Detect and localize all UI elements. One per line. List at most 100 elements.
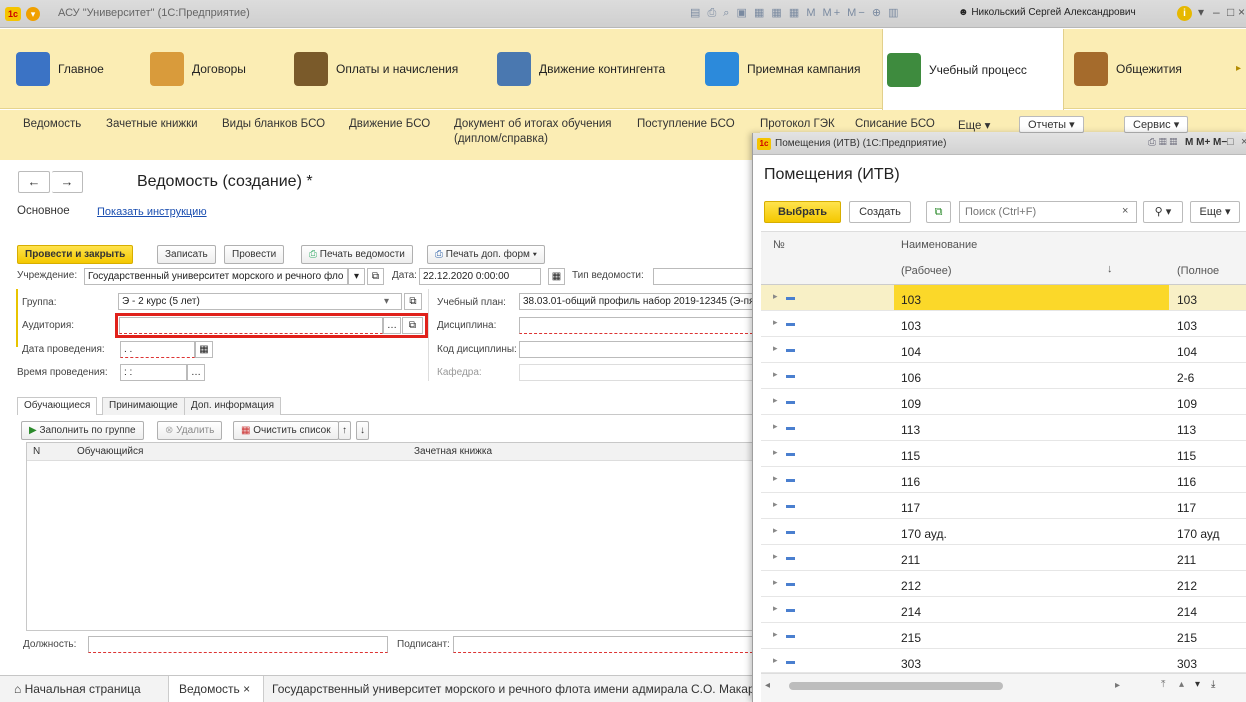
main-menu-button[interactable]: ▾ <box>26 7 40 21</box>
close-icon[interactable]: × <box>1241 136 1246 148</box>
command-item[interactable]: Ведомость <box>23 118 81 130</box>
calendar-icon[interactable]: ▦ <box>195 341 213 358</box>
time-held-field[interactable]: : : <box>120 364 187 381</box>
chevron-down-icon[interactable]: ▾ <box>384 296 389 307</box>
table-row[interactable]: ▸ 113 113 <box>761 415 1246 441</box>
post-and-close-button[interactable]: Провести и закрыть <box>17 245 134 264</box>
open-icon[interactable]: ⧉ <box>402 317 423 334</box>
type-field[interactable] <box>653 268 753 285</box>
scroll-right-icon[interactable]: ▸ <box>1115 680 1120 691</box>
more-button[interactable]: Еще ▾ <box>1190 201 1240 223</box>
command-item[interactable]: Поступление БСО <box>637 118 735 130</box>
students-table[interactable]: N Обучающийся Зачетная книжка <box>26 442 756 631</box>
print-more-button[interactable]: ⎙ Печать доп. форм ▾ <box>427 245 545 264</box>
link-instruction[interactable]: Показать инструкцию <box>97 206 207 218</box>
section-6[interactable]: Общежития <box>1074 29 1182 109</box>
open-icon[interactable]: ⧉ <box>404 293 422 310</box>
scroll-last-icon[interactable]: ⤓ <box>1211 679 1215 690</box>
position-field[interactable] <box>88 636 388 653</box>
delete-button[interactable]: ⊗ Удалить <box>157 421 223 440</box>
expand-icon[interactable]: ▸ <box>773 603 778 614</box>
scroll-down-icon[interactable]: ▾ <box>1195 679 1200 690</box>
table-row[interactable]: ▸ 109 109 <box>761 389 1246 415</box>
scroll-first-icon[interactable]: ⤒ <box>1161 679 1165 690</box>
col-full[interactable]: (Полное <box>1177 265 1219 277</box>
command-item[interactable]: Сервис ▾ <box>1124 116 1189 133</box>
expand-icon[interactable]: ▸ <box>773 551 778 562</box>
expand-icon[interactable]: ▸ <box>773 369 778 380</box>
toolbar-icons[interactable]: ▤ ⎙ ⌕ ▣ ▦ ▦ ▦ M M+ M− ⊕ ▥ <box>690 6 901 20</box>
table-row[interactable]: ▸ 103 103 <box>761 285 1246 311</box>
table-row[interactable]: ▸ 104 104 <box>761 337 1246 363</box>
close-icon[interactable]: × <box>1238 5 1245 19</box>
minimize-icon[interactable]: – <box>1213 5 1220 19</box>
scroll-right-icon[interactable]: ▸ <box>1236 63 1241 74</box>
table-row[interactable]: ▸ 170 ауд. 170 ауд <box>761 519 1246 545</box>
scroll-up-icon[interactable]: ▴ <box>1179 679 1184 690</box>
discipline-field[interactable] <box>519 317 753 334</box>
expand-icon[interactable]: ▸ <box>773 473 778 484</box>
expand-icon[interactable]: ▸ <box>773 447 778 458</box>
save-button[interactable]: Записать <box>157 245 216 264</box>
table-row[interactable]: ▸ 115 115 <box>761 441 1246 467</box>
date-field[interactable]: 22.12.2020 0:00:00 <box>419 268 541 285</box>
select-button[interactable]: … <box>187 364 205 381</box>
info-icon[interactable]: i <box>1177 6 1192 21</box>
popup-toolbar-icons[interactable]: ⎙▦▦ <box>1148 137 1180 148</box>
window-tab-statement[interactable]: Ведомость × <box>168 676 264 702</box>
memory-buttons[interactable]: M M+ M− <box>1185 137 1227 148</box>
section-2[interactable]: Оплаты и начисления <box>294 29 458 109</box>
signer-field[interactable] <box>453 636 753 653</box>
institution-field[interactable]: Государственный университет морского и р… <box>84 268 348 285</box>
home-tab[interactable]: ⌂ Начальная страница <box>14 682 141 696</box>
section-3[interactable]: Движение контингента <box>497 29 665 109</box>
chevron-down-icon[interactable]: ▾ <box>1198 5 1204 19</box>
forward-button[interactable]: → <box>52 171 83 193</box>
date-held-field[interactable]: . . <box>120 341 195 358</box>
dropdown-icon[interactable]: ▾ <box>348 268 365 285</box>
table-row[interactable]: ▸ 106 2-6 <box>761 363 1246 389</box>
open-icon[interactable]: ⧉ <box>367 268 384 285</box>
fill-by-group-button[interactable]: ▶ Заполнить по группе <box>21 421 144 440</box>
command-item[interactable]: Отчеты ▾ <box>1019 116 1084 133</box>
command-item[interactable]: Зачетные книжки <box>106 118 198 130</box>
expand-icon[interactable]: ▸ <box>773 655 778 666</box>
expand-icon[interactable]: ▸ <box>773 395 778 406</box>
command-item[interactable]: Протокол ГЭК <box>760 118 835 130</box>
copy-icon[interactable]: ⧉ <box>926 201 951 223</box>
maximize-icon[interactable]: □ <box>1227 5 1234 19</box>
command-item[interactable]: Документ об итогах обучения <box>454 118 612 130</box>
command-item[interactable]: (диплом/справка) <box>454 133 548 145</box>
clear-list-button[interactable]: ▦ Очистить список <box>233 421 339 440</box>
select-room-button[interactable]: Выбрать <box>764 201 841 223</box>
table-row[interactable]: ▸ 303 303 <box>761 649 1246 673</box>
table-row[interactable]: ▸ 215 215 <box>761 623 1246 649</box>
tab-receivers[interactable]: Принимающие <box>102 397 185 415</box>
scroll-left-icon[interactable]: ◂ <box>765 680 770 691</box>
search-input[interactable] <box>960 202 1110 222</box>
disc-code-field[interactable] <box>519 341 753 358</box>
section-4[interactable]: Приемная кампания <box>705 29 861 109</box>
room-field[interactable] <box>119 317 383 334</box>
post-button[interactable]: Провести <box>224 245 285 264</box>
plan-field[interactable]: 38.03.01-общий профиль набор 2019-12345 … <box>519 293 753 310</box>
expand-icon[interactable]: ▸ <box>773 577 778 588</box>
horizontal-scrollbar[interactable] <box>789 682 1003 690</box>
table-row[interactable]: ▸ 212 212 <box>761 571 1246 597</box>
select-button[interactable]: … <box>383 317 401 334</box>
command-item[interactable]: Списание БСО <box>855 118 935 130</box>
command-item[interactable]: Движение БСО <box>349 118 430 130</box>
group-field[interactable]: Э - 2 курс (5 лет) <box>118 293 402 310</box>
tab-main[interactable]: Основное <box>17 205 70 217</box>
table-row[interactable]: ▸ 116 116 <box>761 467 1246 493</box>
expand-icon[interactable]: ▸ <box>773 421 778 432</box>
sort-asc-icon[interactable]: ↑ <box>338 421 351 440</box>
current-user[interactable]: ☻ Никольский Сергей Александрович <box>958 7 1136 18</box>
section-1[interactable]: Договоры <box>150 29 246 109</box>
table-row[interactable]: ▸ 103 103 <box>761 311 1246 337</box>
expand-icon[interactable]: ▸ <box>773 317 778 328</box>
command-item[interactable]: Еще ▾ <box>958 118 990 132</box>
tab-students[interactable]: Обучающиеся <box>17 397 98 415</box>
table-row[interactable]: ▸ 214 214 <box>761 597 1246 623</box>
sort-desc-icon[interactable]: ↓ <box>356 421 369 440</box>
